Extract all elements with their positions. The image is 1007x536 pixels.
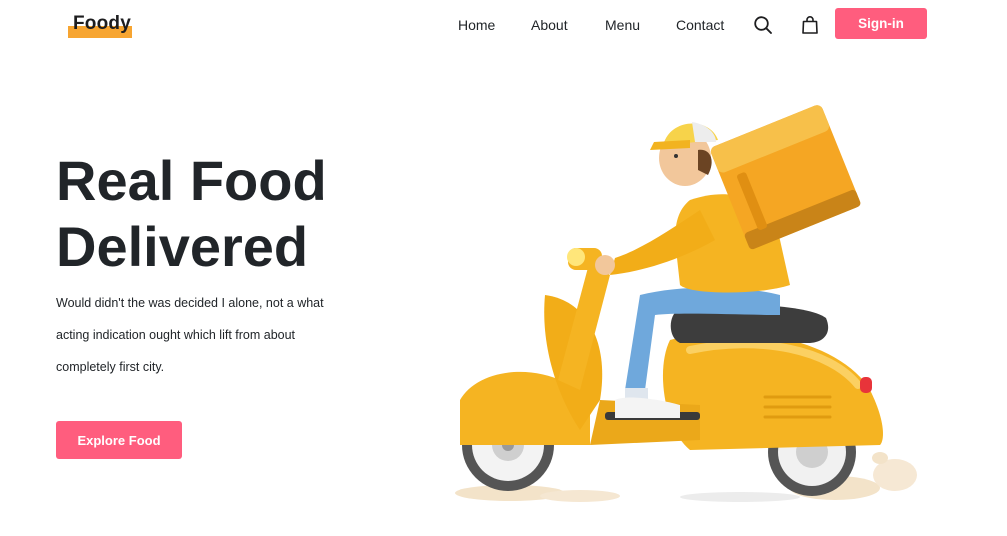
shopping-bag-icon[interactable] — [800, 15, 820, 35]
hero-title-line-2: Delivered — [56, 215, 309, 278]
hero-title: Real Food Delivered — [56, 148, 436, 280]
hero-description: Would didn't the was decided I alone, no… — [56, 296, 324, 374]
nav-contact[interactable]: Contact — [676, 17, 724, 33]
explore-food-button[interactable]: Explore Food — [56, 421, 182, 459]
nav-menu[interactable]: Menu — [605, 17, 640, 33]
search-icon[interactable] — [753, 15, 773, 35]
sign-in-button[interactable]: Sign-in — [835, 8, 927, 39]
nav-home[interactable]: Home — [458, 17, 495, 33]
nav-about[interactable]: About — [531, 17, 568, 33]
main-nav: Home About Menu Contact Sign-in — [0, 0, 1007, 52]
delivery-scooter-illustration — [455, 105, 917, 502]
hero-title-line-1: Real Food — [56, 149, 327, 212]
